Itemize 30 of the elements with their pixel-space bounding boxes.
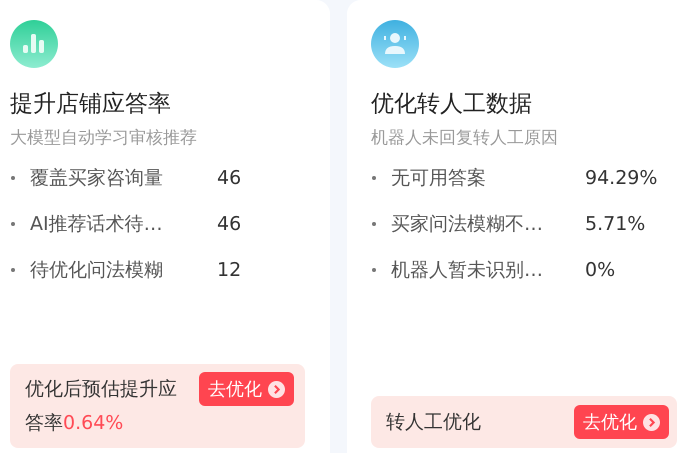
metric-label: 无可用答案	[391, 166, 487, 191]
bullet-icon	[11, 176, 15, 180]
metric-value: 0%	[585, 259, 616, 281]
card-title: 优化转人工数据	[371, 90, 533, 118]
bullet-icon	[11, 268, 15, 272]
optimize-button[interactable]: 去优化	[199, 372, 294, 406]
footer-text: 优化后预估提升应答率0.64%	[25, 377, 178, 436]
bullet-icon	[11, 222, 15, 226]
person-icon	[371, 20, 419, 68]
chevron-icon	[268, 380, 285, 398]
metric-value: 5.71%	[585, 213, 646, 235]
metric-value: 46	[217, 167, 242, 189]
card-subtitle: 机器人未回复转人工原因	[371, 128, 559, 148]
bar-chart-icon	[10, 20, 58, 68]
card-subtitle: 大模型自动学习审核推荐	[10, 128, 198, 148]
metric-value: 12	[217, 259, 242, 281]
metric-label: 覆盖买家咨询量	[30, 166, 164, 191]
card-title: 提升店铺应答率	[10, 90, 172, 118]
metric-label: AI推荐话术待…	[30, 212, 164, 237]
metric-label: 买家问法模糊不…	[391, 212, 544, 237]
metric-label: 机器人暂未识别…	[391, 258, 544, 283]
footer-text: 转人工优化	[386, 410, 482, 435]
bullet-icon	[372, 222, 376, 226]
bullet-icon	[372, 176, 376, 180]
chevron-icon	[643, 414, 660, 430]
optimize-button[interactable]: 去优化	[574, 405, 669, 439]
bullet-icon	[372, 268, 376, 272]
metric-value: 94.29%	[585, 167, 658, 189]
metric-label: 待优化问法模糊	[30, 258, 164, 283]
metric-value: 46	[217, 213, 242, 235]
